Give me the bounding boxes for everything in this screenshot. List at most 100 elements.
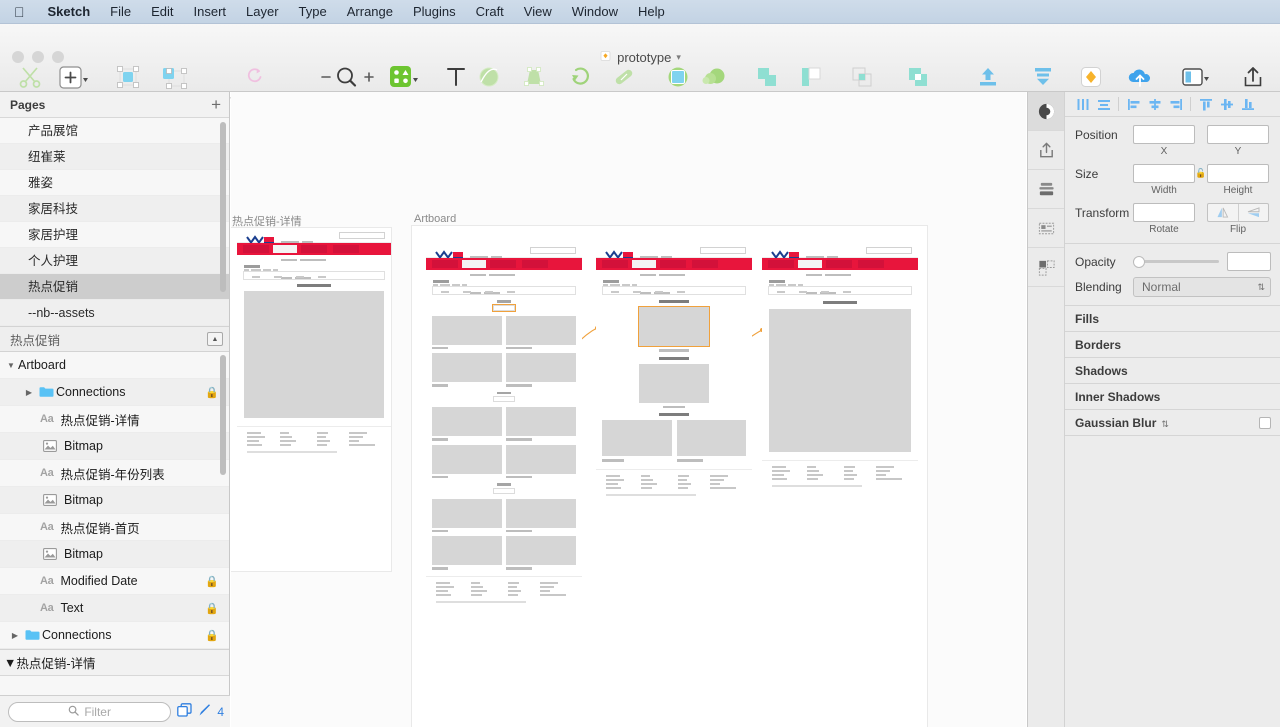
menu-item-arrange[interactable]: Arrange — [337, 0, 403, 24]
flip-horizontal-icon[interactable] — [1208, 204, 1239, 221]
section-fills[interactable]: Fills — [1065, 306, 1280, 332]
pen-icon[interactable] — [198, 703, 211, 720]
unlock-icon[interactable]: 🔓 — [1195, 168, 1207, 179]
layer-row-bitmap-1[interactable]: Bitmap — [0, 433, 229, 460]
page-item-6-selected[interactable]: 热点促销 — [0, 274, 229, 300]
layout-panel-icon — [1038, 182, 1054, 195]
opacity-input[interactable] — [1227, 252, 1271, 271]
disclosure-triangle-icon[interactable]: ▼ — [4, 361, 18, 370]
artboard-label-detail[interactable]: 热点促销-详情 — [232, 213, 302, 229]
updown-chevron-icon[interactable]: ⇅ — [1161, 419, 1169, 429]
page-item-5[interactable]: 个人护理 — [0, 248, 229, 274]
create-symbol-icon — [214, 62, 296, 92]
position-label: Position — [1075, 127, 1118, 142]
layer-row-text-home[interactable]: Aa 热点促销-首页 — [0, 514, 229, 541]
opacity-slider[interactable] — [1133, 252, 1219, 271]
layer-row-connections-2[interactable]: ▶ Connections 🔒 — [0, 622, 229, 649]
layer-row-text-yearlist[interactable]: Aa 热点促销-年份列表 — [0, 460, 229, 487]
menu-item-sketch[interactable]: Sketch — [38, 0, 101, 24]
artboard-detail[interactable] — [231, 228, 391, 571]
section-borders[interactable]: Borders — [1065, 332, 1280, 358]
flip-vertical-icon[interactable] — [1239, 204, 1269, 221]
layer-row-connections-1[interactable]: ▶ Connections 🔒 — [0, 379, 229, 406]
section-gaussian-blur[interactable]: Gaussian Blur ⇅ — [1065, 410, 1280, 436]
section-label: Shadows — [1075, 363, 1128, 378]
distribute-vertical-icon[interactable] — [1093, 94, 1114, 114]
lock-icon[interactable]: 🔒 — [205, 575, 219, 588]
artboard-main-group[interactable] — [412, 226, 927, 727]
layer-section-detail[interactable]: ▼ 热点促销-详情 — [0, 649, 229, 676]
page-item-2[interactable]: 雅姿 — [0, 170, 229, 196]
size-width-input[interactable] — [1133, 164, 1195, 183]
align-right-icon[interactable] — [1165, 94, 1186, 114]
menu-item-craft[interactable]: Craft — [466, 0, 514, 24]
mini-page-title — [603, 280, 619, 283]
collapse-up-icon[interactable]: ▲ — [207, 332, 223, 346]
disclosure-triangle-icon[interactable]: ▶ — [22, 388, 36, 397]
mini-featured-image-selected[interactable] — [638, 306, 710, 347]
menu-item-layer[interactable]: Layer — [236, 0, 289, 24]
mini-card-row — [432, 353, 576, 387]
mini-section-heading — [659, 300, 689, 303]
slider-knob[interactable] — [1133, 256, 1145, 268]
align-center-icon[interactable] — [1144, 94, 1165, 114]
layer-name: Connections — [56, 385, 126, 399]
menu-item-help[interactable]: Help — [628, 0, 675, 24]
lock-icon[interactable]: 🔒 — [205, 629, 219, 642]
apple-menu-icon[interactable]:  — [0, 5, 38, 19]
layer-name: Modified Date — [60, 574, 138, 588]
size-height-input[interactable] — [1207, 164, 1269, 183]
layer-row-text-detail[interactable]: Aa 热点促销-详情 — [0, 406, 229, 433]
layer-name: Connections — [42, 628, 112, 642]
inspector-tab-layout[interactable] — [1028, 170, 1064, 209]
menu-item-type[interactable]: Type — [289, 0, 337, 24]
align-bottom-icon[interactable] — [1237, 94, 1258, 114]
design-canvas[interactable]: 热点促销-详情 Artboard — [231, 92, 1026, 727]
inspector-tab-export[interactable] — [1028, 131, 1064, 170]
layer-row-bitmap-2[interactable]: Bitmap — [0, 487, 229, 514]
inspector-tab-inspector[interactable] — [1028, 92, 1064, 131]
inspector-tab-artboards[interactable] — [1028, 248, 1064, 287]
menu-item-insert[interactable]: Insert — [184, 0, 237, 24]
menu-item-edit[interactable]: Edit — [141, 0, 183, 24]
rotate-input[interactable] — [1133, 203, 1195, 222]
mini-page-tabs — [237, 243, 391, 255]
page-item-4[interactable]: 家居护理 — [0, 222, 229, 248]
position-row: Position — [1075, 125, 1271, 144]
mini-page-tabs — [426, 258, 582, 270]
inspector-tab-symbols[interactable] — [1028, 209, 1064, 248]
position-x-input[interactable] — [1133, 125, 1195, 144]
lock-icon[interactable]: 🔒 — [205, 386, 219, 399]
align-top-icon[interactable] — [1195, 94, 1216, 114]
filter-input[interactable]: Filter — [8, 701, 172, 722]
flip-buttons — [1207, 203, 1269, 222]
distribute-horizontal-icon[interactable] — [1072, 94, 1093, 114]
layers-scrollbar[interactable] — [220, 355, 226, 475]
position-y-input[interactable] — [1207, 125, 1269, 144]
layer-row-bitmap-3[interactable]: Bitmap — [0, 541, 229, 568]
section-shadows[interactable]: Shadows — [1065, 358, 1280, 384]
menu-item-view[interactable]: View — [514, 0, 562, 24]
duplicate-icon[interactable] — [177, 703, 192, 720]
page-item-7[interactable]: --nb--assets — [0, 300, 229, 326]
gaussian-blur-checkbox[interactable] — [1259, 416, 1271, 429]
menu-item-window[interactable]: Window — [562, 0, 628, 24]
align-left-icon[interactable] — [1123, 94, 1144, 114]
page-item-0[interactable]: 产品展馆 — [0, 118, 229, 144]
disclosure-triangle-icon[interactable]: ▶ — [8, 631, 22, 640]
menu-item-file[interactable]: File — [100, 0, 141, 24]
blending-select[interactable]: Normal ⇅ — [1133, 277, 1271, 297]
pages-scrollbar[interactable] — [220, 122, 226, 292]
page-item-1[interactable]: 纽崔莱 — [0, 144, 229, 170]
layer-row-modified-date[interactable]: Aa Modified Date 🔒 — [0, 568, 229, 595]
artboard-label-artboard[interactable]: Artboard — [414, 213, 456, 225]
section-inner-shadows[interactable]: Inner Shadows — [1065, 384, 1280, 410]
lock-icon[interactable]: 🔒 — [205, 602, 219, 615]
align-middle-icon[interactable] — [1216, 94, 1237, 114]
disclosure-triangle-icon[interactable]: ▼ — [4, 656, 16, 670]
layer-row-text[interactable]: Aa Text 🔒 — [0, 595, 229, 622]
add-page-icon[interactable]: + — [211, 96, 221, 113]
menu-item-plugins[interactable]: Plugins — [403, 0, 466, 24]
page-item-3[interactable]: 家居科技 — [0, 196, 229, 222]
layer-row-artboard[interactable]: ▼ Artboard — [0, 352, 229, 379]
